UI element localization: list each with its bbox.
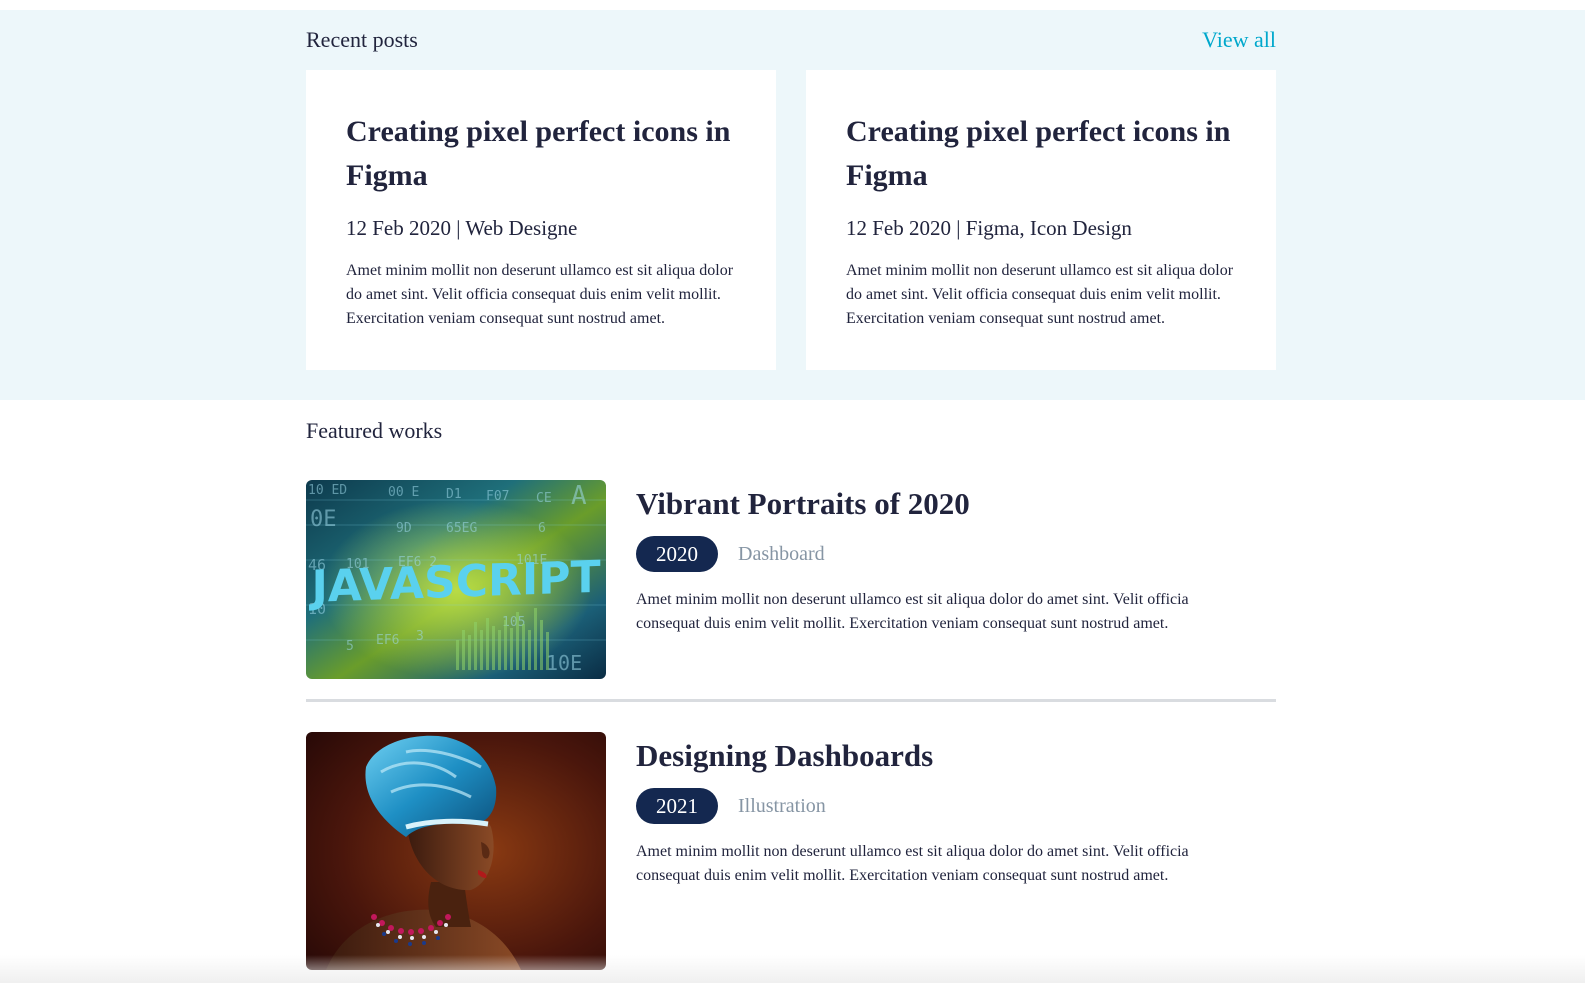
year-badge: 2021 xyxy=(636,788,718,824)
post-card[interactable]: Creating pixel perfect icons in Figma 12… xyxy=(806,70,1276,370)
javascript-artwork: 10 ED 00 E D1 F07 CE 0E A 9D 65EG 6 46 1… xyxy=(306,480,606,679)
work-description: Amet minim mollit non deserunt ullamco e… xyxy=(636,843,1189,884)
code-text: 10 ED xyxy=(308,483,347,498)
work-thumbnail-javascript[interactable]: 10 ED 00 E D1 F07 CE 0E A 9D 65EG 6 46 1… xyxy=(306,480,606,679)
code-text: CE xyxy=(536,491,552,506)
code-text: 00 E xyxy=(388,485,419,500)
code-text: 9D xyxy=(396,521,412,536)
code-text: EF6 xyxy=(376,633,399,648)
code-text: F07 xyxy=(486,489,509,504)
post-meta: 12 Feb 2020 | Figma, Icon Design xyxy=(846,216,1132,240)
javascript-wordmark: JAVASCRIPT xyxy=(309,552,601,613)
year-badge: 2020 xyxy=(636,536,718,572)
work-thumbnail-portrait[interactable] xyxy=(306,732,606,970)
recent-posts-header: Recent posts View all xyxy=(306,10,1276,70)
post-meta: 12 Feb 2020 | Web Designe xyxy=(346,216,578,240)
top-strip xyxy=(0,0,1585,10)
post-card[interactable]: Creating pixel perfect icons in Figma 12… xyxy=(306,70,776,370)
recent-posts-section: Recent posts View all Creating pixel per… xyxy=(0,10,1585,400)
work-tags: 2021 Illustration xyxy=(636,788,1216,824)
view-all-link[interactable]: View all xyxy=(1202,27,1276,53)
work-category: Dashboard xyxy=(738,542,825,565)
work-info: Vibrant Portraits of 2020 2020 Dashboard… xyxy=(636,480,1216,679)
code-text: 6 xyxy=(538,521,546,536)
code-text: 10E xyxy=(546,651,582,675)
recent-posts-container: Recent posts View all Creating pixel per… xyxy=(306,10,1276,370)
scroll-fade xyxy=(0,955,1585,983)
work-tags: 2020 Dashboard xyxy=(636,536,1216,572)
work-item[interactable]: 10 ED 00 E D1 F07 CE 0E A 9D 65EG 6 46 1… xyxy=(306,480,1276,679)
featured-works-title: Featured works xyxy=(306,418,443,443)
post-title[interactable]: Creating pixel perfect icons in Figma xyxy=(346,110,736,198)
work-description: Amet minim mollit non deserunt ullamco e… xyxy=(636,591,1189,632)
post-excerpt: Amet minim mollit non deserunt ullamco e… xyxy=(846,262,1234,327)
code-text: D1 xyxy=(446,487,462,502)
portrait-artwork xyxy=(306,732,606,970)
code-text: 65EG xyxy=(446,521,477,536)
featured-works-container: Featured works 10 ED 00 E D1 F07 CE 0E A… xyxy=(306,400,1276,970)
work-item[interactable]: Designing Dashboards 2021 Illustration A… xyxy=(306,732,1276,970)
post-excerpt: Amet minim mollit non deserunt ullamco e… xyxy=(346,262,734,327)
work-info: Designing Dashboards 2021 Illustration A… xyxy=(636,732,1216,970)
code-text: 0E xyxy=(310,507,337,532)
post-cards: Creating pixel perfect icons in Figma 12… xyxy=(306,70,1276,370)
work-category: Illustration xyxy=(738,794,826,817)
featured-works-section: Featured works 10 ED 00 E D1 F07 CE 0E A… xyxy=(0,400,1585,970)
featured-works-header: Featured works xyxy=(306,400,1276,480)
post-title[interactable]: Creating pixel perfect icons in Figma xyxy=(846,110,1236,198)
code-text: 3 xyxy=(416,629,424,644)
code-text: A xyxy=(571,481,587,511)
recent-posts-title: Recent posts xyxy=(306,27,418,52)
code-text: 5 xyxy=(346,639,354,654)
work-title[interactable]: Vibrant Portraits of 2020 xyxy=(636,486,1216,522)
work-title[interactable]: Designing Dashboards xyxy=(636,738,1216,774)
divider xyxy=(306,699,1276,702)
